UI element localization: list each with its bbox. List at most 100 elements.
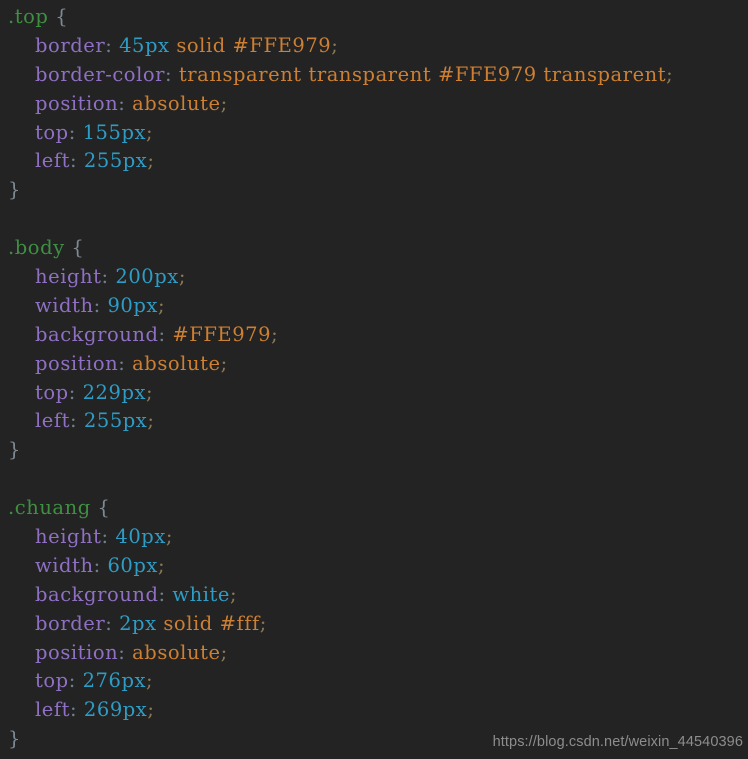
code-token-brace: { [55,5,69,28]
code-token-semi: ; [146,120,154,144]
code-token-prop: width [35,293,94,317]
code-editor[interactable]: .top { border: 45px solid #FFE979; borde… [0,0,748,759]
code-token-semi: ; [220,91,228,115]
code-token-prop: position [35,640,119,664]
code-line-list: .top { border: 45px solid #FFE979; borde… [0,0,748,754]
code-line: top: 229px; [0,379,748,408]
code-token-semi: ; [666,62,674,86]
code-token-semi: ; [157,293,166,317]
code-token-selector: .body [8,236,65,260]
code-line: } [0,176,748,205]
code-token-kw: white [172,582,230,606]
code-line: width: 90px; [0,292,748,321]
code-token-prop: position [35,351,119,375]
code-token-punc: : [68,380,76,404]
code-token-hex: #FFE979 [437,62,537,86]
code-line: position: absolute; [0,350,748,379]
code-token-punc: : [101,525,109,549]
code-token-str: transparent [308,62,432,86]
code-token-num: 229px [82,380,147,404]
code-line: left: 255px; [0,147,748,176]
code-line: background: white; [0,581,748,610]
code-token-prop: border-color [35,62,166,86]
code-token-selector: .top [8,5,49,28]
code-token-semi: ; [178,265,186,289]
code-token-str: absolute [132,640,221,664]
code-token-punc: : [68,120,76,144]
code-token-semi: ; [146,380,154,404]
code-line: height: 40px; [0,523,748,552]
code-token-semi: ; [147,698,155,722]
code-token-brace: } [8,438,21,462]
code-line: top: 155px; [0,119,748,148]
code-token-punc: : [101,265,109,289]
code-token-str: absolute [132,351,221,375]
code-token-prop: top [35,120,69,144]
code-token-brace: { [71,236,85,260]
code-token-brace: } [8,727,21,751]
code-token-brace: { [97,496,111,520]
code-token-semi: ; [220,640,228,664]
code-token-brace: } [8,178,21,202]
code-token-punc: : [158,322,166,346]
code-line: left: 269px; [0,696,748,725]
code-token-punc: : [93,553,101,577]
code-token-semi: ; [165,525,174,549]
code-line: left: 255px; [0,407,748,436]
code-token-hex: #FFE979 [232,33,332,57]
code-token-semi: ; [147,409,155,433]
code-token-prop: left [35,698,71,722]
code-token-num: 90px [107,293,158,317]
code-token-str: solid [176,33,226,57]
code-line: border-color: transparent transparent #F… [0,61,748,90]
code-token-num: 45px [119,33,170,57]
code-token-num: 200px [115,265,179,289]
code-token-hex: #FFE979 [172,322,272,346]
code-line: top: 276px; [0,667,748,696]
code-token-num: 60px [107,553,158,577]
code-line: height: 200px; [0,263,748,292]
code-token-punc: : [158,582,166,606]
code-token-prop: left [35,409,71,433]
code-token-num: 255px [83,409,148,433]
code-token-str: transparent [178,62,302,86]
code-line: border: 45px solid #FFE979; [0,32,748,61]
code-token-semi: ; [331,33,339,57]
code-token-num: 155px [82,120,147,144]
code-line: width: 60px; [0,552,748,581]
code-token-prop: top [35,669,69,693]
code-line: border: 2px solid #fff; [0,610,748,639]
code-token-prop: background [35,582,159,606]
code-token-prop: border [35,611,106,635]
code-line: background: #FFE979; [0,321,748,350]
code-token-num: 40px [115,525,166,549]
code-token-prop: height [35,265,102,289]
code-token-prop: width [35,553,94,577]
code-line: .top { [0,3,748,32]
code-token-str: transparent [543,62,667,86]
code-token-prop: top [35,380,69,404]
code-token-num: 255px [83,149,148,173]
code-token-num: 276px [82,669,147,693]
code-token-selector: .chuang [8,496,91,520]
code-line: .body { [0,234,748,263]
